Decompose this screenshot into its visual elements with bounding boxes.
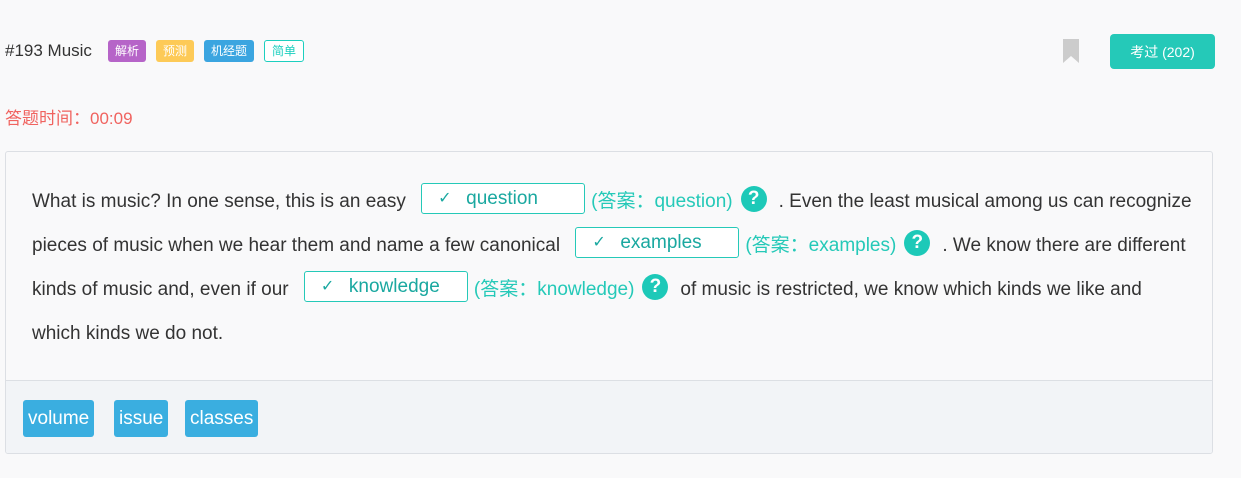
check-icon: ✓: [592, 233, 606, 251]
option-issue[interactable]: issue: [114, 400, 169, 437]
option-volume[interactable]: volume: [23, 400, 95, 437]
help-icon[interactable]: ?: [642, 273, 669, 300]
option-classes[interactable]: classes: [185, 400, 259, 437]
answer-hint: (答案：examples): [745, 235, 897, 256]
check-icon: ✓: [320, 277, 335, 295]
blank-value: knowledge: [348, 275, 440, 297]
bookmark-icon[interactable]: [1062, 38, 1080, 64]
tag-difficulty[interactable]: 简单: [263, 40, 304, 62]
answer-timer: 答题时间：00:09: [5, 109, 133, 128]
blank-value: question: [466, 187, 538, 209]
question-card: What is music? In one sense, this is an …: [5, 151, 1213, 454]
help-icon[interactable]: ?: [904, 229, 931, 256]
question-title: #193 Music: [5, 41, 92, 60]
blank-2[interactable]: ✓ examples: [575, 227, 740, 259]
answer-hint: (答案：knowledge): [473, 279, 635, 300]
passage-segment: What is music? In one sense, this is an …: [32, 191, 406, 212]
passage-text: What is music? In one sense, this is an …: [32, 180, 1192, 356]
blank-3[interactable]: ✓ knowledge: [303, 271, 468, 303]
check-icon: ✓: [438, 189, 452, 207]
answer-hint: (答案：question): [591, 191, 733, 212]
option-tray: volume issue classes: [6, 380, 1212, 453]
question-header: #193 Music 解析 预测 机经题 简单: [5, 36, 314, 66]
help-icon[interactable]: ?: [740, 185, 767, 212]
tag-prediction[interactable]: 预测: [155, 40, 194, 62]
pass-count-button[interactable]: 考过 (202): [1110, 34, 1215, 69]
tag-exam-question[interactable]: 机经题: [203, 40, 254, 62]
blank-value: examples: [620, 231, 702, 253]
blank-1[interactable]: ✓ question: [421, 183, 586, 215]
tag-analysis[interactable]: 解析: [107, 40, 146, 62]
